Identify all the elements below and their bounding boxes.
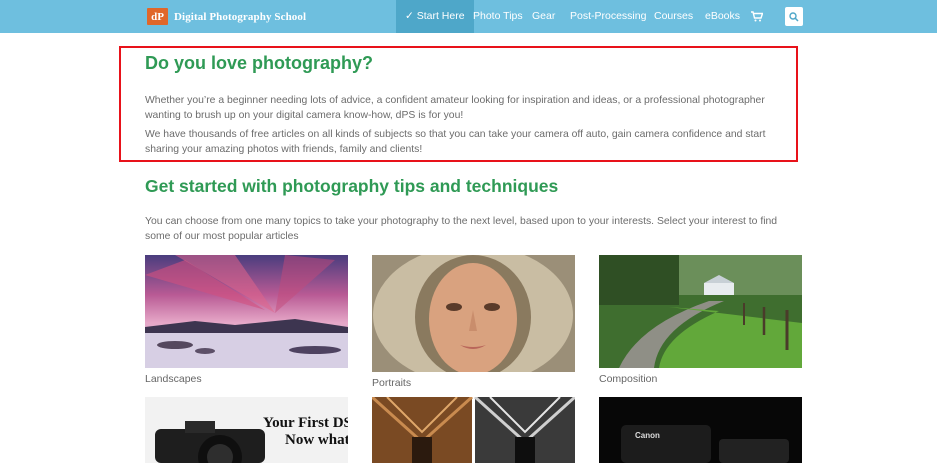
intro-p2-line1: We have thousands of free articles on al…	[145, 129, 766, 140]
intro-p1-line1: Whether you’re a beginner needing lots o…	[145, 95, 765, 106]
cameras-photo	[599, 397, 802, 463]
brand-name: Digital Photography School	[174, 10, 307, 23]
brand-link[interactable]: dP Digital Photography School	[147, 8, 306, 25]
topics-description: You can choose from one many topics to t…	[145, 214, 795, 244]
nav-courses[interactable]: Courses	[654, 0, 693, 33]
dps-logo: dP	[147, 8, 168, 25]
intro-paragraph-1: Whether you’re a beginner needing lots o…	[145, 93, 795, 123]
portraits-caption[interactable]: Portraits	[372, 377, 411, 389]
nav-start-here[interactable]: ✓ Start Here	[396, 0, 474, 33]
composition-image[interactable]	[599, 255, 802, 368]
cameras-image[interactable]: Canon	[599, 397, 802, 463]
topics-desc-line1: You can choose from one many topics to t…	[145, 216, 778, 227]
portraits-image[interactable]	[372, 255, 575, 372]
topics-desc-line2: some of our most popular articles	[145, 231, 299, 242]
nav-gear[interactable]: Gear	[532, 0, 555, 33]
topics-heading: Get started with photography tips and te…	[145, 176, 559, 196]
dslr-text-line2: Now what?!	[285, 432, 348, 448]
landscapes-caption[interactable]: Landscapes	[145, 373, 202, 385]
composition-caption[interactable]: Composition	[599, 373, 657, 385]
intro-heading: Do you love photography?	[145, 53, 373, 73]
top-nav-bar: dP Digital Photography School ✓ Start He…	[0, 0, 937, 33]
composition-photo	[599, 255, 802, 368]
portrait-photo	[372, 255, 575, 372]
search-icon	[789, 11, 799, 22]
nav-post-processing[interactable]: Post-Processing	[570, 0, 646, 33]
dslr-overlay-text: Your First DSLR Now what?!	[263, 415, 348, 449]
first-dslr-image[interactable]: Your First DSLR Now what?!	[145, 397, 348, 463]
nav-photo-tips[interactable]: Photo Tips	[473, 0, 523, 33]
bridges-image[interactable]	[372, 397, 575, 463]
landscape-photo	[145, 255, 348, 368]
intro-paragraph-2: We have thousands of free articles on al…	[145, 127, 795, 157]
intro-p2-line2: sharing your amazing photos with friends…	[145, 144, 423, 155]
intro-p1-line2: wanting to brush up on your digital came…	[145, 110, 464, 121]
camera-brand-label: Canon	[635, 431, 660, 440]
landscapes-image[interactable]	[145, 255, 348, 368]
nav-ebooks[interactable]: eBooks	[705, 0, 740, 33]
cart-icon[interactable]	[751, 11, 763, 22]
dslr-text-line1: Your First DSLR	[263, 415, 348, 431]
search-button[interactable]	[785, 7, 803, 26]
bridge-photo	[372, 397, 575, 463]
